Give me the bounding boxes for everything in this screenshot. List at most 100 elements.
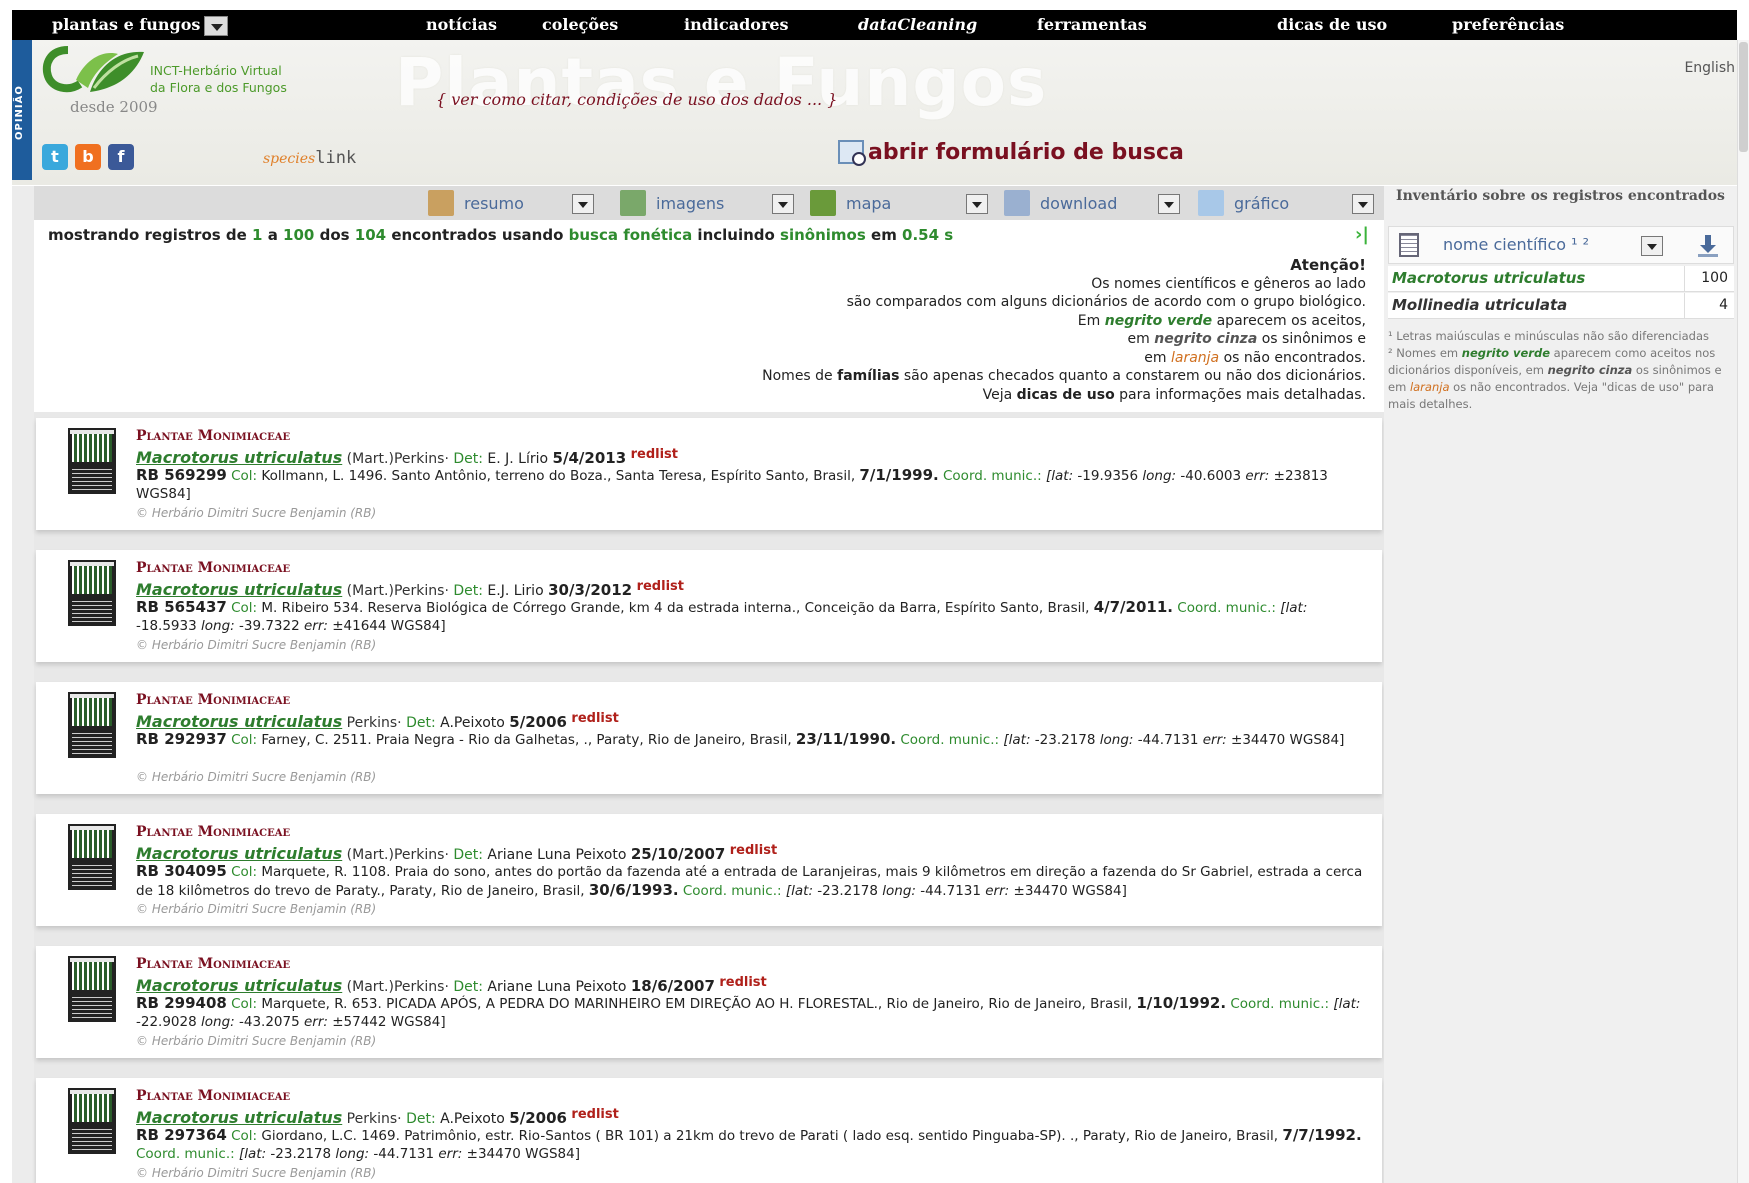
record-catalog[interactable]: RB 569299 <box>136 466 227 484</box>
herbarium-logo[interactable] <box>68 692 116 758</box>
herbarium-logo[interactable] <box>68 560 116 626</box>
herbarium-logo[interactable] <box>68 1088 116 1154</box>
nav-colecoes[interactable]: coleções <box>542 15 618 34</box>
nav-ferramentas[interactable]: ferramentas <box>1037 15 1147 34</box>
record-redlist-link[interactable]: redlist <box>719 975 766 990</box>
map-icon <box>810 190 836 216</box>
record-redlist-link[interactable]: redlist <box>571 711 618 726</box>
record-redlist-link[interactable]: redlist <box>571 1107 618 1122</box>
tool-grafico-label: gráfico <box>1234 194 1290 213</box>
record-col-label: Col: <box>226 864 262 880</box>
record-det-date: 5/4/2013 <box>552 449 627 467</box>
record-det-date: 5/2006 <box>509 1109 567 1127</box>
open-search-form-link[interactable]: abrir formulário de busca <box>838 140 1184 166</box>
inventory-title: Inventário sobre os registros encontrado… <box>1396 188 1725 204</box>
feedback-tab[interactable]: OPINIÃO <box>12 40 32 180</box>
scrollbar[interactable] <box>1737 40 1749 1183</box>
record-err: ±34470 WGS84] <box>462 1146 581 1162</box>
attention-line-3: Em negrito verde aparecem os aceitos, <box>34 312 1366 331</box>
inventory-name[interactable]: Macrotorus utriculatus <box>1392 269 1585 287</box>
record-catalog[interactable]: RB 297364 <box>136 1126 227 1144</box>
blogger-icon[interactable]: b <box>75 144 101 170</box>
nav-plantas-e-fungos[interactable]: plantas e fungos <box>52 15 229 36</box>
record-catalog[interactable]: RB 299408 <box>136 994 227 1012</box>
nav-preferencias[interactable]: preferências <box>1452 15 1564 34</box>
download-icon[interactable] <box>1695 233 1721 259</box>
herbarium-logo[interactable] <box>68 956 116 1022</box>
language-link[interactable]: English <box>1684 60 1735 76</box>
tool-grafico-dropdown[interactable] <box>1352 194 1374 214</box>
record-scientific-name[interactable]: Macrotorus utriculatus <box>136 712 342 731</box>
attention-line-4c: os sinônimos e <box>1257 331 1366 347</box>
summary-icon <box>428 190 454 216</box>
status-text-3: dos <box>314 226 355 244</box>
record-author: (Mart.)Perkins· <box>342 847 454 863</box>
tool-imagens-dropdown[interactable] <box>772 194 794 214</box>
record-family: Plantae Monimiaceae <box>136 560 291 576</box>
record-det-name: Ariane Luna Peixoto <box>487 979 631 995</box>
record-catalog[interactable]: RB 292937 <box>136 730 227 748</box>
record-det-label: Det: <box>406 1111 441 1127</box>
record-det-label: Det: <box>453 583 488 599</box>
attention-tips-link[interactable]: dicas de uso <box>1017 387 1115 403</box>
record-det-date: 18/6/2007 <box>630 977 715 995</box>
record-det-date: 25/10/2007 <box>630 845 726 863</box>
inct-logo[interactable] <box>40 42 150 100</box>
record-card: Plantae Monimiaceae Macrotorus utriculat… <box>36 418 1382 530</box>
record-family: Plantae Monimiaceae <box>136 824 291 840</box>
record-lat-label: [lat: <box>1280 600 1308 616</box>
herbarium-logo[interactable] <box>68 428 116 494</box>
record-scientific-name[interactable]: Macrotorus utriculatus <box>136 844 342 863</box>
inventory-select-value[interactable]: nome científico ¹ ² <box>1443 235 1589 254</box>
record-lat-label: [lat: <box>238 1146 267 1162</box>
record-details: RB 299408 Col: Marquete, R. 653. PICADA … <box>136 994 1366 1031</box>
nav-noticias[interactable]: notícias <box>426 15 497 34</box>
record-redlist-link[interactable]: redlist <box>637 579 684 594</box>
record-redlist-link[interactable]: redlist <box>730 843 777 858</box>
chevron-down-icon[interactable] <box>1641 236 1663 256</box>
specieslink-logo[interactable]: specieslink <box>263 148 356 168</box>
page-title: Plantas e Fungos <box>395 44 1048 121</box>
nav-dicas-de-uso[interactable]: dicas de uso <box>1277 15 1387 34</box>
record-scientific-name[interactable]: Macrotorus utriculatus <box>136 448 342 467</box>
attention-line-5a: em <box>1144 349 1171 366</box>
record-coord-label: Coord. munic.: <box>1172 600 1281 616</box>
record-scientific-name[interactable]: Macrotorus utriculatus <box>136 1108 342 1127</box>
attention-line-6a: Nomes de <box>762 368 838 384</box>
nav-indicadores[interactable]: indicadores <box>684 15 789 34</box>
inventory-name[interactable]: Mollinedia utriculata <box>1392 296 1567 314</box>
twitter-icon[interactable]: t <box>42 144 68 170</box>
specieslink-suffix: link <box>315 148 357 168</box>
record-author: (Mart.)Perkins· <box>342 583 454 599</box>
record-event-date: 30/6/1993. <box>588 881 679 899</box>
top-nav-bar: plantas e fungos notícias coleções indic… <box>12 10 1737 40</box>
tool-resumo-dropdown[interactable] <box>572 194 594 214</box>
chevron-down-icon[interactable] <box>204 15 229 36</box>
record-herbarium: © Herbário Dimitri Sucre Benjamin (RB) <box>136 506 377 520</box>
herbarium-logo[interactable] <box>68 824 116 890</box>
record-redlist-link[interactable]: redlist <box>631 447 678 462</box>
tool-mapa-dropdown[interactable] <box>966 194 988 214</box>
inventory-row: Macrotorus utriculatus 100 <box>1388 266 1734 292</box>
record-details: RB 292937 Col: Farney, C. 2511. Praia Ne… <box>136 730 1366 749</box>
facebook-icon[interactable]: f <box>108 144 134 170</box>
status-text-6: em <box>865 226 903 244</box>
record-err-label: err: <box>1202 732 1227 748</box>
attention-line-6: Nomes de famílias são apenas checados qu… <box>34 367 1366 386</box>
nav-datacleaning[interactable]: dataCleaning <box>858 15 977 34</box>
record-catalog[interactable]: RB 565437 <box>136 598 227 616</box>
record-det-label: Det: <box>453 451 488 467</box>
citation-link[interactable]: { ver como citar, condições de uso dos d… <box>436 90 837 109</box>
record-scientific-name[interactable]: Macrotorus utriculatus <box>136 976 342 995</box>
record-lat: -23.2178 <box>813 883 883 899</box>
record-err-label: err: <box>1245 468 1270 484</box>
record-long: -39.7322 <box>234 618 304 634</box>
tool-download-dropdown[interactable] <box>1158 194 1180 214</box>
attention-line-5: em laranja os não encontrados. <box>34 349 1366 368</box>
feedback-tab-label: OPINIÃO <box>14 85 25 140</box>
scrollbar-thumb[interactable] <box>1739 42 1748 152</box>
next-page-icon[interactable]: ›| <box>1355 224 1369 245</box>
record-catalog[interactable]: RB 304095 <box>136 862 227 880</box>
record-family: Plantae Monimiaceae <box>136 428 291 444</box>
record-scientific-name[interactable]: Macrotorus utriculatus <box>136 580 342 599</box>
